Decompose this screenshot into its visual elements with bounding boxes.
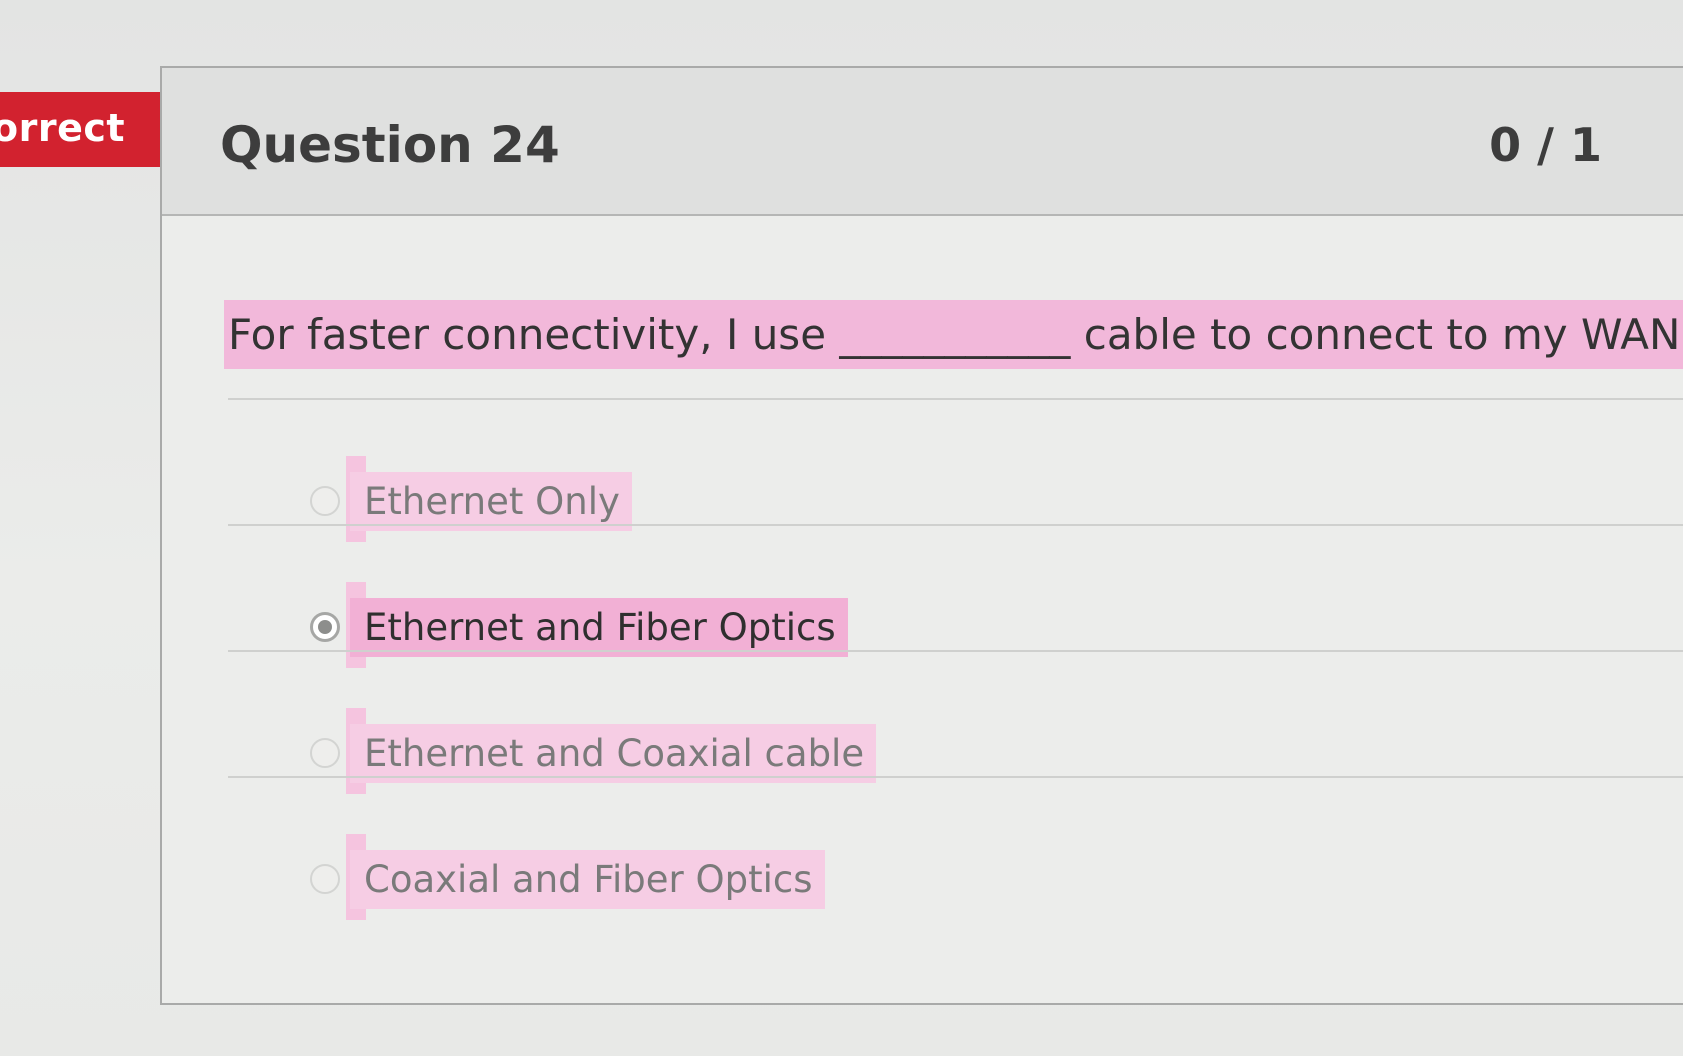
divider	[228, 776, 1683, 778]
radio-button-selected[interactable]	[310, 612, 340, 642]
question-title: Question 24	[220, 116, 560, 174]
question-card: Question 24 0 / 1 For faster connectivit…	[160, 66, 1683, 1005]
answer-option-label[interactable]: Coaxial and Fiber Optics	[350, 850, 825, 909]
answer-option-label[interactable]: Ethernet and Coaxial cable	[350, 724, 877, 783]
radio-button[interactable]	[310, 738, 340, 768]
question-prompt: For faster connectivity, I use _________…	[224, 300, 1683, 369]
page: orrect Question 24 0 / 1 For faster conn…	[0, 0, 1683, 1056]
question-header: Question 24 0 / 1	[162, 68, 1683, 216]
status-badge-label: orrect	[0, 106, 126, 150]
divider	[228, 650, 1683, 652]
question-score: 0 / 1	[1489, 118, 1602, 172]
divider	[228, 524, 1683, 526]
answer-option-label[interactable]: Ethernet Only	[350, 472, 632, 531]
answer-option-label[interactable]: Ethernet and Fiber Optics	[350, 598, 848, 657]
radio-button[interactable]	[310, 486, 340, 516]
divider	[228, 398, 1683, 400]
radio-button[interactable]	[310, 864, 340, 894]
